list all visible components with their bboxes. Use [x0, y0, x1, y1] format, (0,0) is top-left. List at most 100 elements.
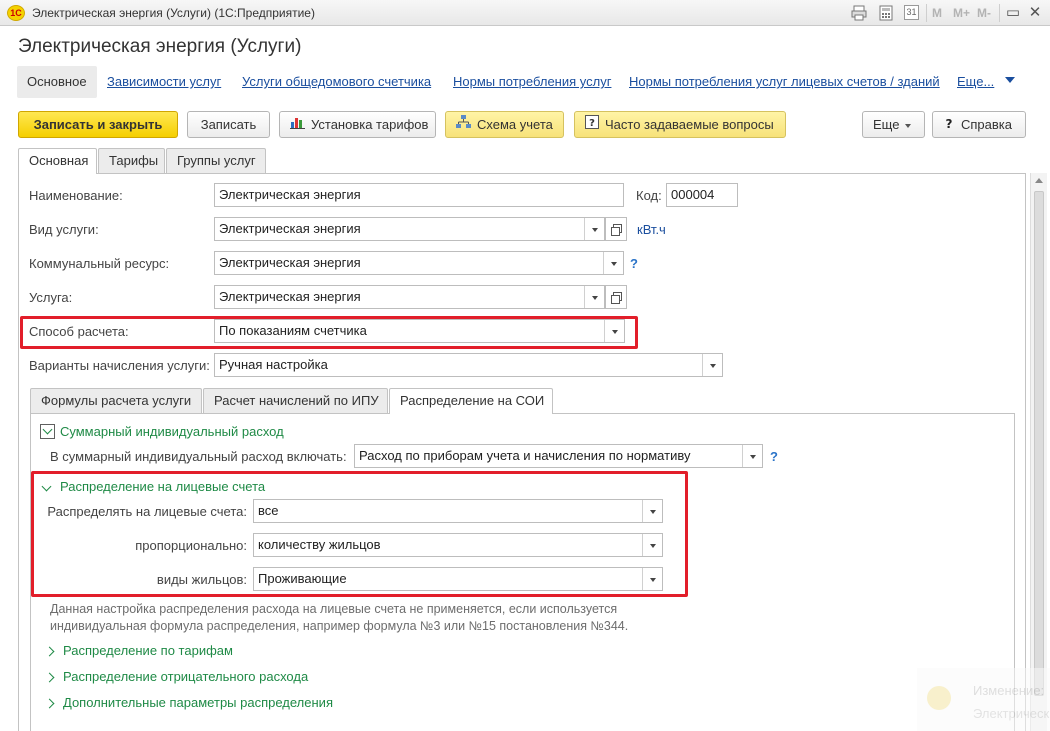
resident-types-select[interactable]: Проживающие [253, 567, 663, 591]
scrollbar-thumb[interactable] [1034, 191, 1044, 696]
more-actions-label: Еще [873, 117, 900, 132]
chevron-down-icon[interactable] [1005, 77, 1015, 83]
tab-tariffs[interactable]: Тарифы [98, 148, 165, 173]
accrual-variants-value: Ручная настройка [219, 357, 328, 372]
chevron-down-icon[interactable] [584, 218, 604, 240]
chevron-down-icon[interactable] [742, 445, 762, 467]
window-title: Электрическая энергия (Услуги) (1С:Предп… [32, 6, 315, 20]
chevron-down-icon[interactable] [584, 286, 604, 308]
tab-main[interactable]: Основная [18, 148, 97, 174]
vertical-scrollbar[interactable] [1030, 173, 1047, 731]
nav-service-dependencies[interactable]: Зависимости услуг [107, 66, 221, 98]
service-value: Электрическая энергия [219, 289, 361, 304]
question-icon: ? [943, 112, 955, 137]
name-label: Наименование: [29, 188, 123, 203]
nav-main[interactable]: Основное [17, 66, 97, 98]
tab-service-groups[interactable]: Группы услуг [166, 148, 266, 173]
group-additional-parameters-title: Дополнительные параметры распределения [63, 695, 333, 710]
chevron-down-icon[interactable] [604, 320, 624, 342]
chevron-down-icon[interactable] [642, 534, 662, 556]
service-type-select[interactable]: Электрическая энергия [214, 217, 605, 241]
name-field[interactable]: Электрическая энергия [214, 183, 624, 207]
group-negative-consumption[interactable]: Распределение отрицательного расхода [44, 669, 309, 684]
service-select[interactable]: Электрическая энергия [214, 285, 605, 309]
bar-chart-icon [290, 112, 305, 137]
nav-more[interactable]: Еще... [957, 66, 994, 98]
chevron-right-icon [44, 646, 55, 657]
titlebar-divider [999, 4, 1000, 22]
help-button[interactable]: ? Справка [932, 111, 1026, 138]
chevron-right-icon [44, 698, 55, 709]
scroll-up-icon[interactable] [1035, 178, 1043, 183]
accrual-variants-select[interactable]: Ручная настройка [214, 353, 723, 377]
group-additional-parameters[interactable]: Дополнительные параметры распределения [44, 695, 333, 710]
window-titlebar: 1С Электрическая энергия (Услуги) (1С:Пр… [0, 0, 1050, 26]
chevron-down-icon [41, 481, 52, 492]
group-negative-consumption-title: Распределение отрицательного расхода [63, 669, 309, 684]
code-field[interactable]: 000004 [666, 183, 738, 207]
chevron-down-icon[interactable] [642, 568, 662, 590]
calendar-icon[interactable]: 31 [904, 5, 919, 20]
include-select[interactable]: Расход по приборам учета и начисления по… [354, 444, 763, 468]
tab-soi-distribution[interactable]: Распределение на СОИ [389, 388, 553, 414]
nav-consumption-norms[interactable]: Нормы потребления услуг [453, 66, 611, 98]
chevron-down-icon[interactable] [603, 252, 623, 274]
notification-text: Электрическ... [973, 706, 1050, 721]
memory-m-button[interactable]: M [932, 6, 942, 20]
faq-label: Часто задаваемые вопросы [605, 117, 774, 132]
notification-popup[interactable]: Изменение: Электрическ... [917, 668, 1050, 731]
proportional-label: пропорционально: [135, 538, 247, 553]
faq-button[interactable]: ? Часто задаваемые вопросы [574, 111, 786, 138]
distribute-label: Распределять на лицевые счета: [47, 504, 247, 519]
memory-minus-button[interactable]: M- [977, 6, 991, 20]
open-service-type-button[interactable] [605, 217, 627, 241]
page-title: Электрическая энергия (Услуги) [18, 36, 302, 57]
open-service-button[interactable] [605, 285, 627, 309]
include-help-icon[interactable]: ? [770, 449, 778, 464]
note-line: индивидуальная формула распределения, на… [50, 619, 629, 633]
calc-method-label: Способ расчета: [29, 324, 129, 339]
titlebar-divider [926, 4, 927, 22]
resource-select[interactable]: Электрическая энергия [214, 251, 624, 275]
group-total-individual-consumption[interactable]: Суммарный индивидуальный расход [40, 424, 284, 440]
group-tariff-distribution[interactable]: Распределение по тарифам [44, 643, 233, 658]
group-tariff-distribution-title: Распределение по тарифам [63, 643, 233, 658]
service-type-label: Вид услуги: [29, 222, 99, 237]
save-button[interactable]: Записать [187, 111, 270, 138]
calc-method-value: По показаниям счетчика [219, 323, 367, 338]
include-value: Расход по приборам учета и начисления по… [359, 448, 691, 463]
more-actions-button[interactable]: Еще [862, 111, 925, 138]
resource-help-icon[interactable]: ? [630, 256, 638, 271]
nav-common-meter-services[interactable]: Услуги общедомового счетчика [242, 66, 431, 98]
code-label: Код: [636, 188, 662, 203]
tab-ipu-accruals[interactable]: Расчет начислений по ИПУ [203, 388, 388, 413]
chevron-down-icon[interactable] [642, 500, 662, 522]
question-icon: ? [585, 112, 599, 137]
accounting-scheme-button[interactable]: Схема учета [445, 111, 564, 138]
group-account-distribution-title: Распределение на лицевые счета [60, 479, 266, 494]
group-account-distribution[interactable]: Распределение на лицевые счета [41, 479, 265, 494]
proportional-select[interactable]: количеству жильцов [253, 533, 663, 557]
memory-plus-button[interactable]: M+ [953, 6, 970, 20]
unit-link[interactable]: кВт.ч [637, 222, 666, 237]
print-icon[interactable] [851, 5, 867, 21]
svg-text:?: ? [946, 117, 953, 129]
save-and-close-button[interactable]: Записать и закрыть [18, 111, 178, 138]
nav-account-consumption-norms[interactable]: Нормы потребления услуг лицевых счетов /… [629, 66, 940, 98]
calculator-icon[interactable] [878, 5, 894, 21]
service-type-value: Электрическая энергия [219, 221, 361, 236]
distribute-select[interactable]: все [253, 499, 663, 523]
set-tariffs-button[interactable]: Установка тарифов [279, 111, 436, 138]
tab-service-formulas[interactable]: Формулы расчета услуги [30, 388, 202, 413]
set-tariffs-label: Установка тарифов [311, 117, 429, 132]
chevron-down-icon [905, 123, 912, 128]
calc-method-select[interactable]: По показаниям счетчика [214, 319, 625, 343]
restore-icon[interactable]: ▭ [1004, 3, 1022, 21]
close-icon[interactable]: ✕ [1026, 3, 1044, 21]
accrual-variants-label: Варианты начисления услуги: [29, 358, 210, 373]
chevron-down-icon[interactable] [702, 354, 722, 376]
proportional-value: количеству жильцов [258, 537, 381, 552]
resource-value: Электрическая энергия [219, 255, 361, 270]
info-icon [927, 686, 951, 710]
notification-title: Изменение: [973, 683, 1045, 698]
